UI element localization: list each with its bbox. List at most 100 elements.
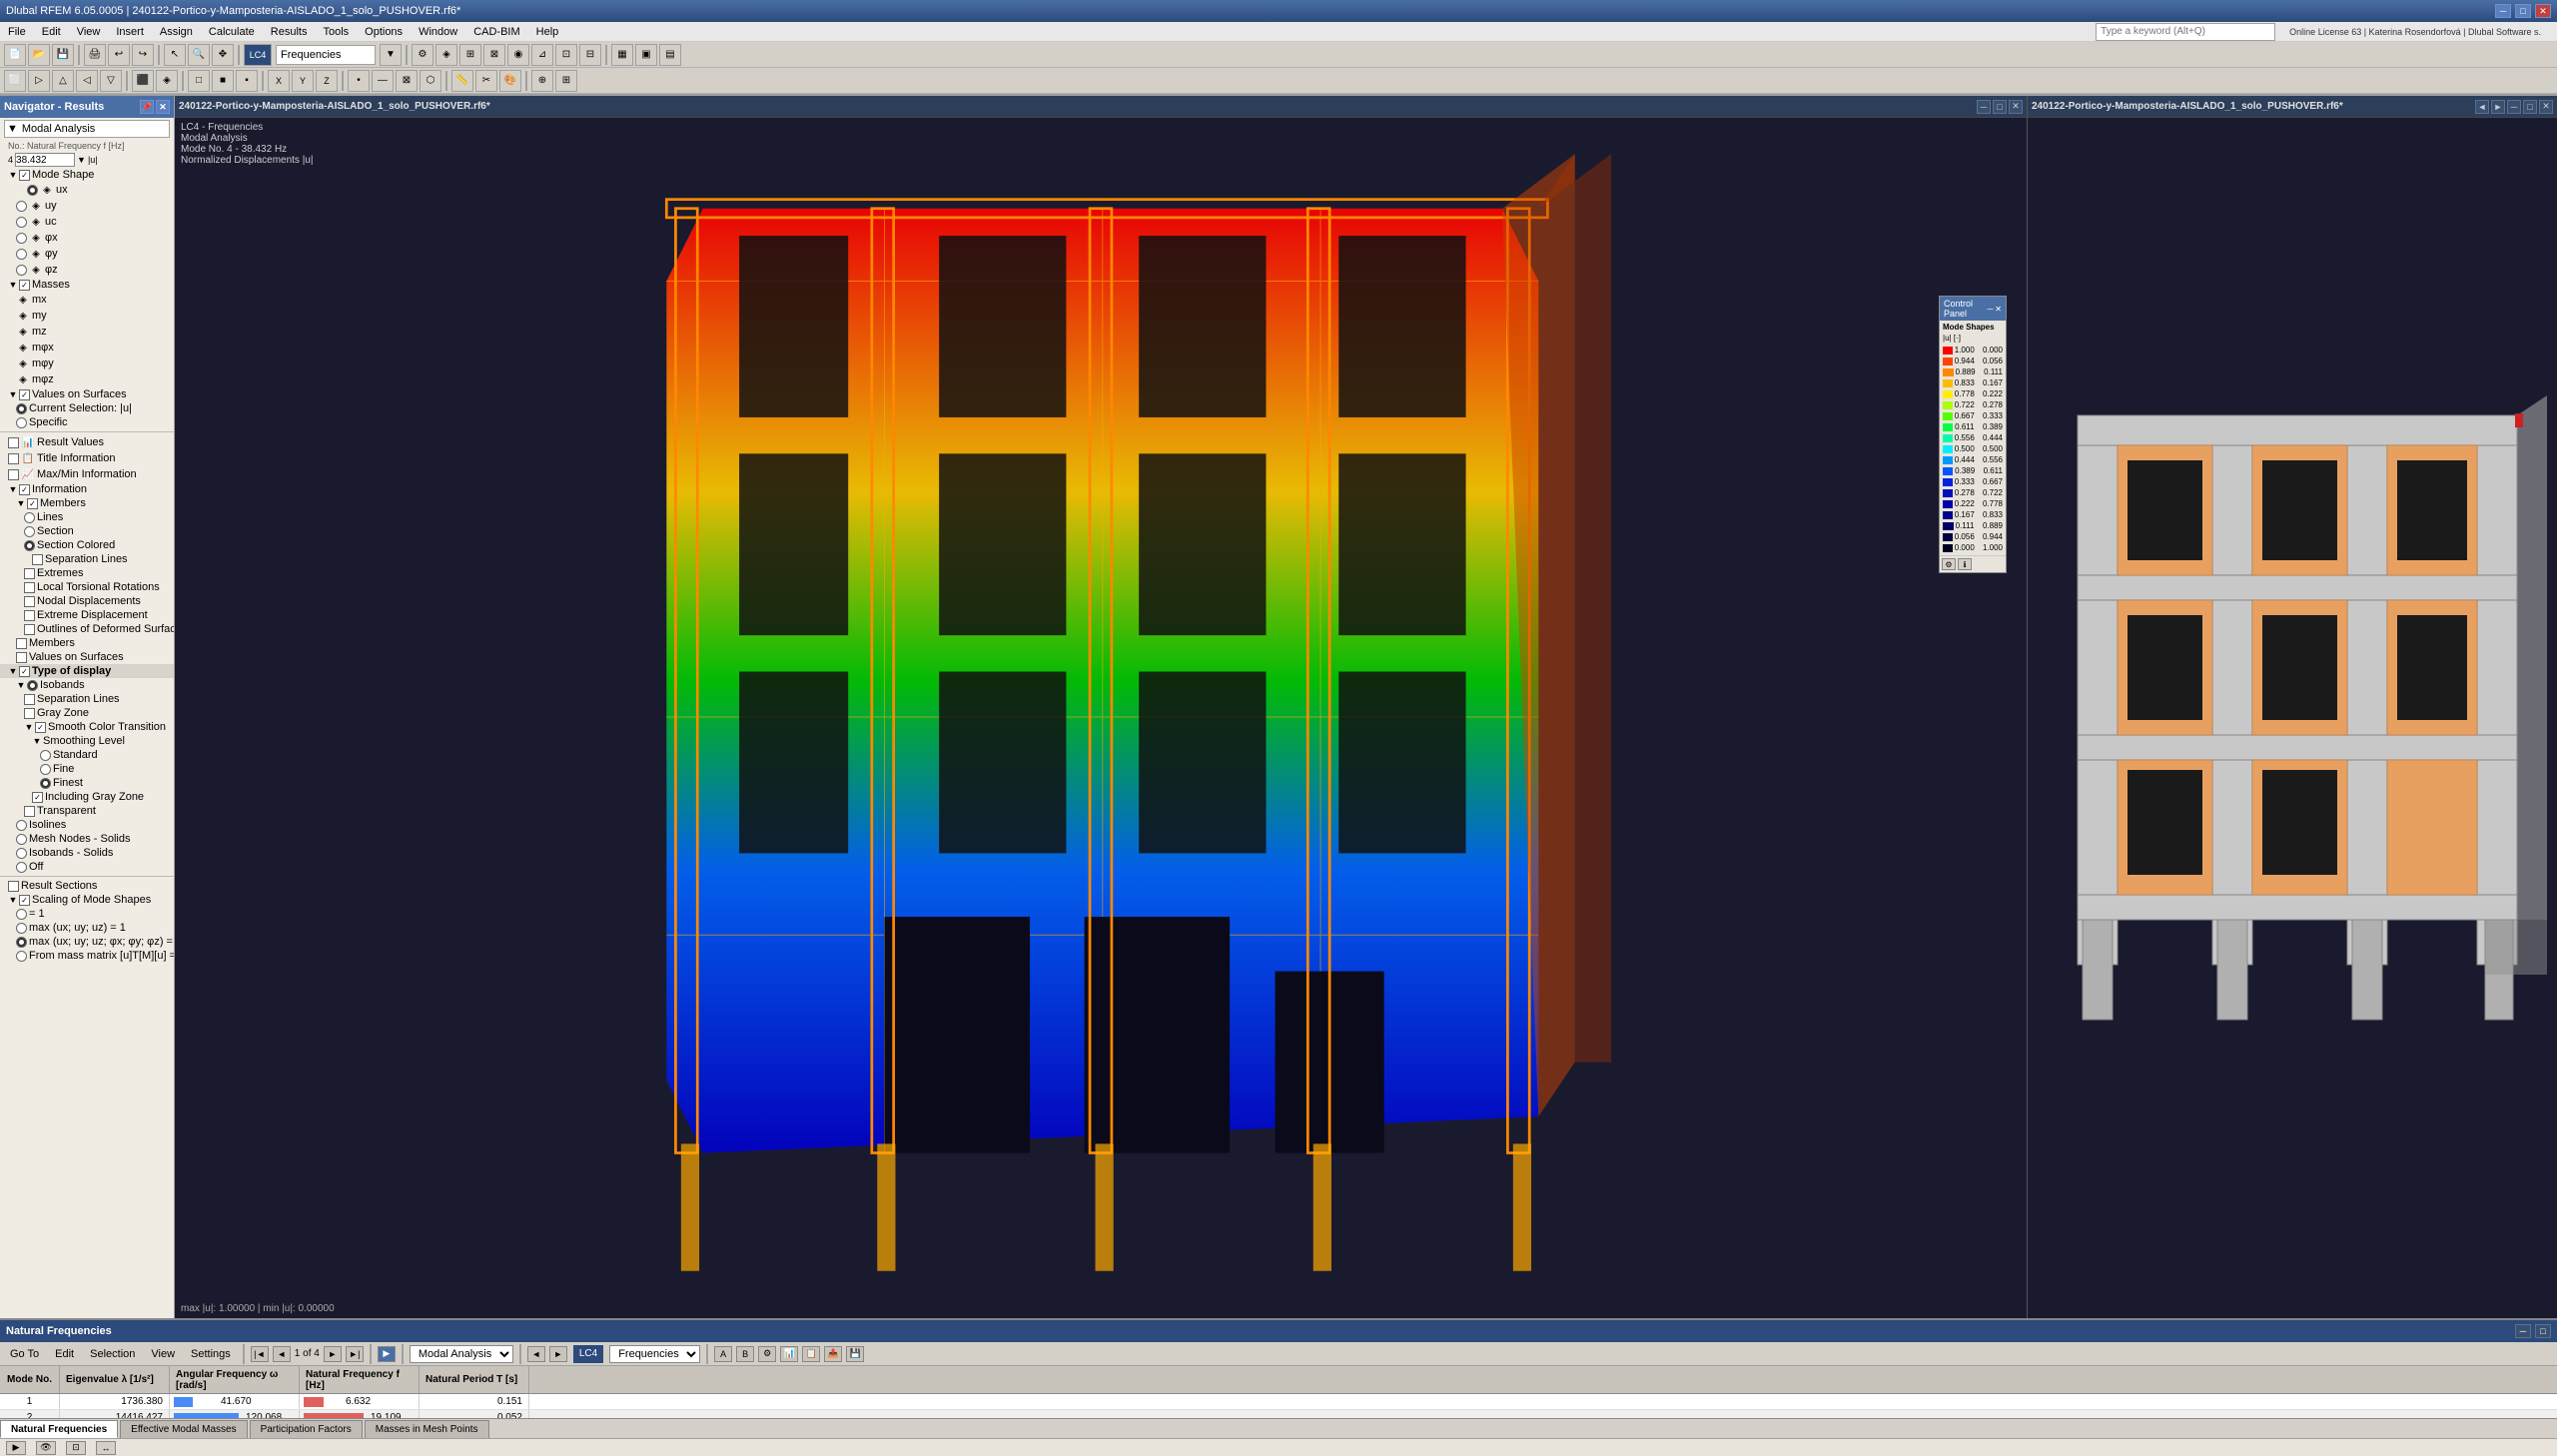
masses-section[interactable]: ▼ Masses <box>0 278 174 292</box>
specific-radio[interactable] <box>16 417 27 428</box>
uy-item[interactable]: ◈ uy <box>0 198 174 214</box>
fine-radio[interactable] <box>40 764 51 775</box>
nav-prev[interactable]: ◄ <box>273 1346 291 1362</box>
tool-b[interactable]: B <box>736 1346 754 1362</box>
result-values-item[interactable]: 📊 Result Values <box>0 434 174 450</box>
values-surfaces-sub-item[interactable]: Values on Surfaces <box>0 650 174 664</box>
cp-info-btn[interactable]: ℹ <box>1958 558 1972 570</box>
tool-3[interactable]: ⊞ <box>459 44 481 66</box>
outlines-deformed-item[interactable]: Outlines of Deformed Surfaces <box>0 622 174 636</box>
isobands-section[interactable]: ▼ Isobands <box>0 678 174 692</box>
snap-btn[interactable]: ⊕ <box>531 70 553 92</box>
bottom-panel-minimize[interactable]: ─ <box>2515 1324 2531 1338</box>
separation-lines-sub-checkbox[interactable] <box>32 554 43 565</box>
local-torsional-item[interactable]: Local Torsional Rotations <box>0 580 174 594</box>
scaling-checkbox[interactable] <box>19 895 30 906</box>
values-surfaces-checkbox[interactable] <box>19 389 30 400</box>
uy-radio[interactable] <box>16 201 27 212</box>
cp-close[interactable]: ✕ <box>1995 305 2002 314</box>
title-info-item[interactable]: 📋 Title Information <box>0 450 174 466</box>
section-radio[interactable] <box>24 526 35 537</box>
lines-radio[interactable] <box>24 512 35 523</box>
view-right-nav-right[interactable]: ► <box>2491 100 2505 114</box>
ux-radio[interactable] <box>27 185 38 196</box>
table-row[interactable]: 1 1736.380 41.670 6.632 0.151 <box>0 1394 2557 1410</box>
frequencies-select[interactable]: Frequencies <box>609 1345 700 1363</box>
transparent-checkbox[interactable] <box>24 806 35 817</box>
status-btn-1[interactable]: ▶ <box>6 1441 26 1455</box>
isolines-item[interactable]: Isolines <box>0 818 174 832</box>
menu-calculate[interactable]: Calculate <box>201 22 263 41</box>
outlines-deformed-checkbox[interactable] <box>24 624 35 635</box>
members-info-checkbox[interactable] <box>27 498 38 509</box>
menu-options[interactable]: Options <box>357 22 411 41</box>
nodal-disp-checkbox[interactable] <box>24 596 35 607</box>
tool-g[interactable]: 💾 <box>846 1346 864 1362</box>
status-btn-4[interactable]: ↔ <box>96 1441 116 1455</box>
smooth-color-checkbox[interactable] <box>35 722 46 733</box>
scale-max-uvw-radio[interactable] <box>16 923 27 934</box>
scaling-section[interactable]: ▼ Scaling of Mode Shapes <box>0 893 174 907</box>
tool-f[interactable]: 📤 <box>824 1346 842 1362</box>
view-left-maximize[interactable]: □ <box>1993 100 2007 114</box>
save-button[interactable]: 💾 <box>52 44 74 66</box>
uc-radio[interactable] <box>16 217 27 228</box>
scale-mass-radio[interactable] <box>16 951 27 962</box>
close-button[interactable]: ✕ <box>2535 4 2551 18</box>
view-right[interactable]: 240122-Portico-y-Mamposteria-AISLADO_1_s… <box>2028 96 2557 1318</box>
tab-natural-frequencies[interactable]: Natural Frequencies <box>0 1420 118 1438</box>
phiy-radio[interactable] <box>16 249 27 260</box>
render-1[interactable]: ▦ <box>611 44 633 66</box>
measure-btn[interactable]: 📏 <box>451 70 473 92</box>
render-btn[interactable]: 🎨 <box>499 70 521 92</box>
smooth-color-item[interactable]: ▼ Smooth Color Transition <box>0 720 174 734</box>
status-btn-2[interactable]: 👁 <box>36 1441 56 1455</box>
gray-zone-include-item[interactable]: Including Gray Zone <box>0 790 174 804</box>
current-selection-radio[interactable] <box>16 403 27 414</box>
mode-shape-section[interactable]: ▼ Mode Shape <box>0 168 174 182</box>
move-button[interactable]: ✥ <box>212 44 234 66</box>
result-sections-checkbox[interactable] <box>8 881 19 892</box>
values-surfaces-sub-checkbox[interactable] <box>16 652 27 663</box>
tool-a[interactable]: A <box>714 1346 732 1362</box>
extreme-disp-checkbox[interactable] <box>24 610 35 621</box>
search-input[interactable] <box>2096 23 2275 41</box>
mphix-item[interactable]: ◈mφx <box>0 340 174 356</box>
axis-z[interactable]: Z <box>316 70 338 92</box>
specific-item[interactable]: Specific <box>0 415 174 429</box>
values-surfaces-section[interactable]: ▼ Values on Surfaces <box>0 387 174 401</box>
information-section[interactable]: ▼ Information <box>0 482 174 496</box>
view-right-nav-left[interactable]: ◄ <box>2475 100 2489 114</box>
scale-mass-item[interactable]: From mass matrix [u]T[M][u] = 1 <box>0 949 174 963</box>
select-button[interactable]: ↖ <box>164 44 186 66</box>
finest-radio[interactable] <box>40 778 51 789</box>
tool-6[interactable]: ⊿ <box>531 44 553 66</box>
masses-checkbox[interactable] <box>19 280 30 291</box>
separation-lines-checkbox[interactable] <box>24 694 35 705</box>
axis-x[interactable]: X <box>268 70 290 92</box>
phiy-item[interactable]: ◈ φy <box>0 246 174 262</box>
view-left-minimize[interactable]: ─ <box>1977 100 1991 114</box>
gray-zone-checkbox[interactable] <box>24 708 35 719</box>
isobands-solids-radio[interactable] <box>16 848 27 859</box>
mz-item[interactable]: ◈mz <box>0 324 174 340</box>
nav-lc-prev[interactable]: ◄ <box>527 1346 545 1362</box>
surface-disp[interactable]: ⊠ <box>396 70 418 92</box>
view-left-close[interactable]: ✕ <box>2009 100 2023 114</box>
tool-5[interactable]: ◉ <box>507 44 529 66</box>
nav-pin-button[interactable]: 📌 <box>140 100 154 114</box>
isobands-radio[interactable] <box>27 680 38 691</box>
gray-zone-item[interactable]: Gray Zone <box>0 706 174 720</box>
view-right-minimize[interactable]: ─ <box>2507 100 2521 114</box>
section-colored-item[interactable]: Section Colored <box>0 538 174 552</box>
mode-shape-checkbox[interactable] <box>19 170 30 181</box>
scale-max-all-radio[interactable] <box>16 937 27 948</box>
analysis-dropdown[interactable]: Modal Analysis <box>410 1345 513 1363</box>
nav-next[interactable]: ► <box>324 1346 342 1362</box>
off-item[interactable]: Off <box>0 860 174 874</box>
standard-radio[interactable] <box>40 750 51 761</box>
tool-7[interactable]: ⊡ <box>555 44 577 66</box>
result-values-checkbox[interactable] <box>8 437 19 448</box>
frequencies-dropdown[interactable]: Frequencies <box>276 45 376 65</box>
scale-1-item[interactable]: = 1 <box>0 907 174 921</box>
